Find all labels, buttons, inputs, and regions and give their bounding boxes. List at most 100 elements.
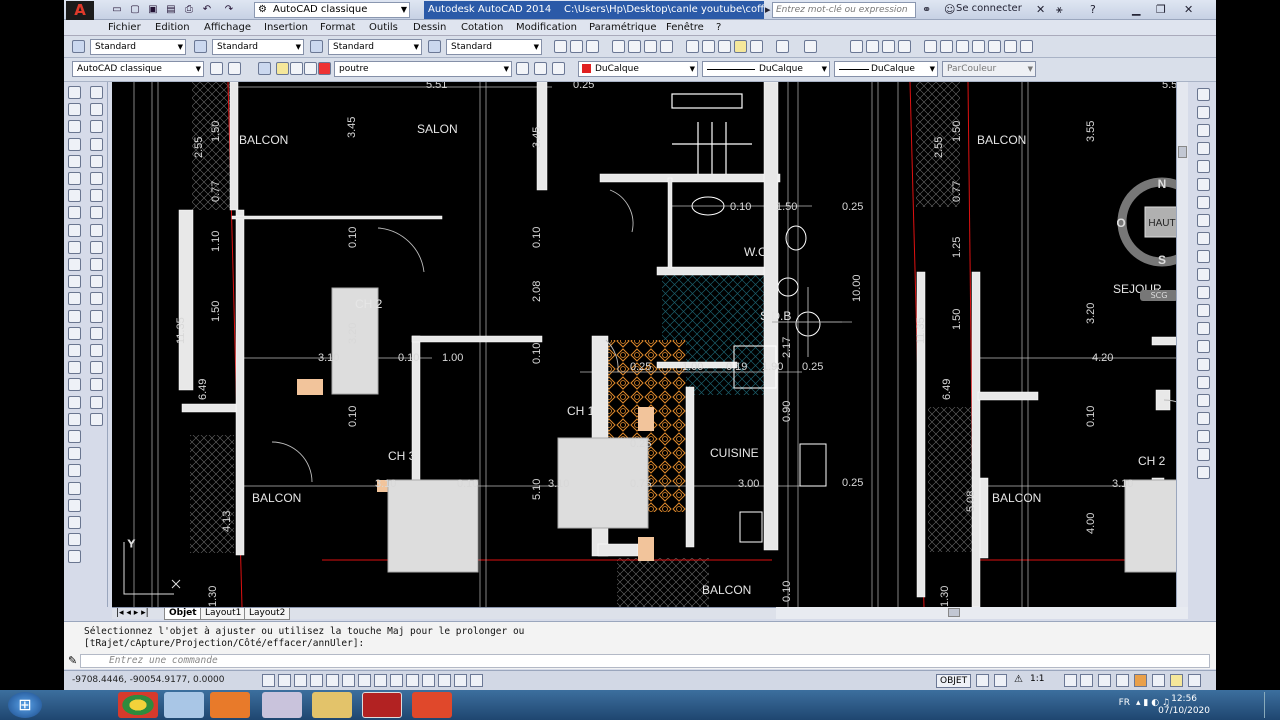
join-tool-icon[interactable] (68, 309, 81, 323)
make-current-icon[interactable] (516, 62, 529, 75)
trim-tool-icon[interactable] (68, 240, 81, 254)
stretch-tool-icon[interactable] (68, 516, 81, 529)
library-icon[interactable] (164, 692, 204, 718)
construction-line-tool-icon[interactable] (90, 103, 103, 117)
hardware-accel-icon[interactable] (1134, 674, 1147, 687)
mirror-tool-icon[interactable] (68, 120, 81, 134)
rotate-tool-icon[interactable] (68, 481, 81, 495)
paste-icon[interactable] (718, 40, 731, 53)
qp-icon[interactable] (454, 674, 467, 687)
add-selected-tool-icon[interactable] (90, 412, 103, 426)
match-properties-icon[interactable] (734, 40, 747, 53)
lwt-icon[interactable] (422, 674, 435, 687)
autocad-taskbar-icon[interactable] (362, 692, 402, 718)
break-at-point-tool-icon[interactable] (68, 275, 81, 289)
workspace-select-2[interactable]: AutoCAD classique ▼ (72, 61, 204, 77)
break-tool-icon[interactable] (68, 292, 81, 306)
quick-view-drawings-icon[interactable] (994, 674, 1007, 687)
spline-tool-icon[interactable] (90, 223, 103, 237)
quickcalc-icon[interactable] (1004, 40, 1017, 53)
tpy-icon[interactable] (438, 674, 451, 687)
network-icon[interactable]: ⚹ (1056, 3, 1063, 17)
close-icon[interactable]: ✕ (1184, 3, 1193, 16)
rectangle-tool-icon[interactable] (90, 154, 103, 168)
menu-edition[interactable]: Edition (155, 21, 190, 35)
menu-fenetre[interactable]: Fenêtre (666, 21, 704, 35)
grid-icon[interactable] (294, 674, 307, 687)
dimension-tool-icon[interactable] (1197, 178, 1210, 191)
hscroll-thumb[interactable] (948, 608, 960, 617)
compass-west[interactable]: O (1117, 216, 1126, 230)
preview-icon[interactable] (628, 40, 641, 53)
plot-icon[interactable]: ⎙ (182, 3, 196, 16)
tab-objet[interactable]: Objet (164, 608, 202, 620)
autoscale-icon[interactable] (1080, 674, 1093, 687)
dimension-tool-icon[interactable] (1197, 286, 1210, 299)
gear-icon[interactable] (210, 62, 223, 75)
dimension-tool-icon[interactable] (1197, 196, 1210, 209)
dyn-icon[interactable] (406, 674, 419, 687)
menu-affichage[interactable]: Affichage (204, 21, 251, 35)
annotation-scale-icon[interactable]: ⚠ (1014, 674, 1023, 685)
drawing-canvas[interactable]: BALCON SALON CH 2 CH 3 BALCON CH 1 W.C S… (112, 82, 1188, 607)
osnap-icon[interactable] (342, 674, 355, 687)
circle-tool-icon[interactable] (90, 189, 103, 203)
save-icon[interactable] (586, 40, 599, 53)
dimension-tool-icon[interactable] (1197, 448, 1210, 461)
table-style-icon[interactable] (310, 40, 323, 53)
ellipse-arc-tool-icon[interactable] (90, 258, 103, 271)
dimension-tool-icon[interactable] (1197, 232, 1210, 245)
new-file-icon[interactable]: ▭ (110, 3, 124, 16)
vscroll-thumb[interactable] (1178, 146, 1187, 158)
insert-block-tool-icon[interactable] (90, 275, 103, 289)
mleader-style-icon[interactable] (428, 40, 441, 53)
compass-north[interactable]: N (1158, 177, 1167, 191)
save-icon[interactable]: ▣ (146, 3, 160, 16)
clock[interactable]: 12:56 07/10/2020 (1158, 693, 1210, 717)
rotate-tool-icon[interactable] (68, 189, 81, 203)
dimension-tool-icon[interactable] (1197, 142, 1210, 155)
menu-format[interactable]: Format (320, 21, 355, 35)
exchange-icon[interactable]: ✕ (1036, 3, 1045, 16)
scale-tool-icon[interactable] (68, 206, 81, 220)
login-button[interactable]: Se connecter (956, 3, 1022, 14)
multiline-text-tool-icon[interactable] (90, 395, 103, 409)
publish-icon[interactable] (644, 40, 657, 53)
saveas-icon[interactable]: ▤ (164, 3, 178, 16)
zoom-previous-icon[interactable] (898, 40, 911, 53)
annotation-visibility-icon[interactable] (1064, 674, 1077, 687)
mirror-tool-icon[interactable] (68, 412, 81, 426)
language-indicator[interactable]: FR (1119, 698, 1130, 708)
ellipse-tool-icon[interactable] (90, 240, 103, 254)
command-input[interactable]: Entrez une commande (80, 654, 1210, 668)
workspace-settings-icon[interactable] (228, 62, 241, 75)
tab-layout1[interactable]: Layout1 (200, 608, 247, 620)
workspace-switch-icon[interactable] (1098, 674, 1111, 687)
dimension-tool-icon[interactable] (1197, 466, 1210, 479)
otrack-icon[interactable] (374, 674, 387, 687)
extend-tool-icon[interactable] (68, 258, 81, 271)
camtasia-icon[interactable] (412, 692, 452, 718)
restore-icon[interactable]: ❐ (1156, 3, 1166, 16)
compass-south[interactable]: S (1158, 253, 1166, 267)
3d-print-icon[interactable] (660, 40, 673, 53)
array-tool-icon[interactable] (68, 154, 81, 168)
color-select[interactable]: DuCalque ▼ (578, 61, 698, 77)
tab-nav-arrows[interactable]: |◂ ◂ ▸ ▸| (116, 608, 149, 618)
menu-insertion[interactable]: Insertion (264, 21, 308, 35)
point-tool-icon[interactable] (90, 309, 103, 323)
copy-tool-icon[interactable] (68, 395, 81, 409)
hatch-tool-icon[interactable] (90, 326, 103, 340)
properties-icon[interactable] (924, 40, 937, 53)
menu-dessin[interactable]: Dessin (413, 21, 446, 35)
dimension-tool-icon[interactable] (1197, 214, 1210, 227)
infer-constraints-icon[interactable] (262, 674, 275, 687)
search-input[interactable]: Entrez mot-clé ou expression (772, 2, 916, 18)
tab-layout2[interactable]: Layout2 (244, 608, 291, 620)
block-editor-icon[interactable] (750, 40, 763, 53)
lightbulb-icon[interactable] (1170, 674, 1183, 687)
gradient-tool-icon[interactable] (90, 344, 103, 357)
wrench-icon[interactable]: ✎ (68, 654, 77, 667)
dimension-tool-icon[interactable] (1197, 376, 1210, 389)
dimension-tool-icon[interactable] (1197, 340, 1210, 353)
